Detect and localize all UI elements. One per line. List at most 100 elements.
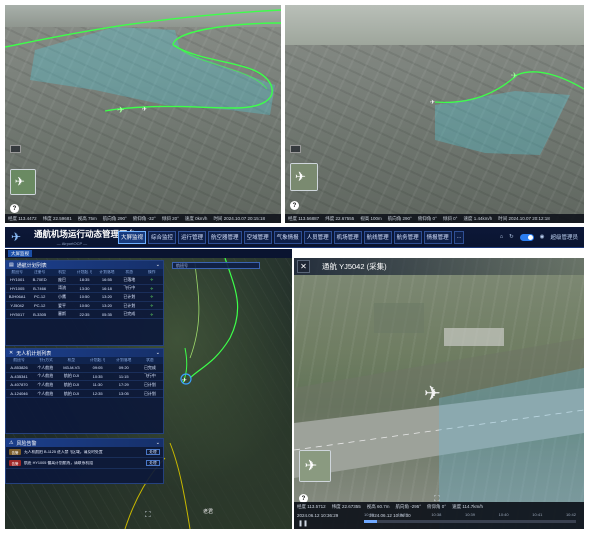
table-cell: HY1005 (9, 285, 25, 291)
list-icon: ▤ (9, 262, 14, 268)
table-cell: A-124046 (10, 391, 28, 397)
status-roll: 倾斜 20° (161, 215, 179, 221)
col-dep: 计划起飞 (90, 358, 106, 362)
panel-header: ✕ 无人机计划列表 ⌄ (6, 349, 163, 357)
status-heading: 航向角 290° (102, 215, 127, 221)
app-subtitle: — AirportOCP — (56, 241, 88, 246)
nav-flight-ops[interactable]: 航务管理 (393, 230, 422, 244)
track-icon[interactable]: ✈ (141, 303, 163, 308)
fullscreen-icon[interactable]: ⛶ (145, 510, 151, 520)
time-start: 2024.06.12 10:36:29 (297, 513, 339, 518)
table-row[interactable]: BJH06A1 PC-12 小鹰 10:50 13:20 已计划 ✈ (6, 293, 163, 302)
col-type: 机型 (67, 358, 76, 362)
status-heading: 航向角 -295° (395, 503, 422, 509)
table-cell: YJ5042 (10, 303, 24, 309)
refresh-icon[interactable]: ↻ (509, 234, 514, 240)
chevron-down-icon[interactable]: ⌄ (156, 262, 160, 268)
tab-screen-monitor[interactable]: 大屏监视 (8, 250, 32, 257)
top-right-3d-view[interactable]: ✈ ✈ ✈ ? 经度 113.56887 纬度 22.67555 视高 100m 航向… (285, 5, 584, 223)
main-nav: 大屏监视 综合监控 运行管理 航空器管理 空域管理 气象情报 人员管理 机场管理… (118, 230, 465, 244)
close-icon[interactable]: ✕ (297, 260, 310, 273)
table-cell: 22:35 (79, 311, 90, 317)
nav-screen-monitor[interactable]: 大屏监视 (118, 230, 147, 244)
minimap-toggle-icon[interactable] (10, 145, 21, 153)
handle-button[interactable]: 处理 (146, 460, 160, 466)
track-icon[interactable]: ✈ (141, 294, 163, 299)
table-row[interactable]: A-435341 个人航拍 航拍 DJI 10:35 11:15 飞行中 (6, 373, 163, 382)
status-alt: 视高 100m (360, 215, 382, 221)
table-cell: 已完成 (123, 311, 136, 317)
svg-text:✈: ✈ (15, 175, 25, 189)
nav-operations[interactable]: 运行管理 (178, 230, 207, 244)
nav-intel[interactable]: 情报管理 (423, 230, 452, 244)
table-row[interactable]: A-124046 个人航拍 航拍 DJI 12:35 13:05 已计划 (6, 390, 163, 399)
col-type: 机型 (58, 270, 66, 274)
timeline-tick: 10:41 (532, 512, 543, 517)
table-cell: B-70ED (32, 277, 47, 283)
panel-header: ▤ 通航计划列表 ⌄ (6, 261, 163, 269)
status-alt: 视高 60.7m (366, 503, 390, 509)
user-icon[interactable]: ◉ (540, 234, 545, 240)
onboard-camera-view[interactable]: ✈ ✕ 通航 YJ5042 (采集) ✈ ? ⛶ 经度 113.5712 纬度 2… (294, 258, 584, 529)
nav-airspace[interactable]: 空域管理 (243, 230, 272, 244)
table-row[interactable]: A-853826 个人航拍 M3-M-V3 09:05 09:20 已完成 (6, 364, 163, 373)
svg-text:✈: ✈ (142, 106, 147, 113)
table-cell: 塞斯 (58, 311, 67, 317)
home-icon[interactable]: ⌂ (500, 234, 503, 240)
table-row[interactable]: A-407870 个人航拍 航拍 DJI 11:30 17:29 已计划 (6, 381, 163, 390)
table-row[interactable]: HY5017 B-3305 塞斯 22:35 05:35 已完成 ✈ (6, 310, 163, 319)
nav-aircraft[interactable]: 航空器管理 (208, 230, 242, 244)
table-header: 航班号 注册号 机型 计划起飞 计划落地 状态 操作 (6, 269, 163, 276)
play-pause-icon[interactable]: ❚❚ (298, 520, 308, 527)
chevron-down-icon[interactable]: ⌄ (156, 440, 160, 446)
table-cell: 10:50 (79, 294, 90, 300)
help-icon[interactable]: ? (290, 201, 299, 210)
track-icon[interactable]: ✈ (141, 286, 163, 291)
airplane-logo-icon: ✈ (11, 230, 22, 244)
camera-thumbnail[interactable]: ✈ (10, 169, 36, 195)
status-lat: 纬度 22.67555 (325, 215, 355, 221)
help-icon[interactable]: ? (10, 204, 19, 213)
nav-routes[interactable]: 航线管理 (363, 230, 392, 244)
nav-weather[interactable]: 气象情报 (273, 230, 302, 244)
flight-search-input[interactable]: 航班号 (172, 262, 260, 269)
table-row[interactable]: YJ5042 PC-12 爱平 10:50 13:20 已计划 ✈ (6, 302, 163, 311)
parked-aircraft-icon: ✈ (424, 383, 441, 405)
nav-airport[interactable]: 机场管理 (333, 230, 362, 244)
top-left-3d-view[interactable]: ✈ ✈ ✈ ? 经度 113.4472 纬度 22.59681 视高 75m 航向角 … (5, 5, 281, 223)
chevron-down-icon[interactable]: ⌄ (156, 350, 160, 356)
table-row[interactable]: HY1001 B-70ED 庞巴 18:35 16:55 已落地 ✈ (6, 276, 163, 285)
timeline-ticks: 10:36 10:37 10:38 10:39 10:40 10:41 10:42 (364, 512, 576, 517)
panel-title: 通航计划列表 (16, 262, 47, 269)
col-action: 操作 (147, 270, 156, 274)
camera-thumbnail[interactable]: ✈ (299, 450, 331, 482)
aircraft-icon: ✈ (182, 377, 187, 384)
table-cell: 已计划 (143, 390, 156, 396)
table-cell: 航拍 DJI (63, 381, 79, 387)
alert-text: 无人机航拍 B-1125 进入禁飞区域，请及时处置 (24, 449, 103, 454)
user-name[interactable]: 超级管理员 (550, 233, 578, 241)
table-cell: 个人航拍 (37, 373, 54, 379)
table-cell: 已计划 (123, 293, 136, 299)
track-icon[interactable]: ✈ (141, 312, 163, 317)
minimap-toggle-icon[interactable] (290, 145, 301, 153)
status-roll: 倾斜 0° (442, 215, 458, 221)
app-title-block: 通航机场运行动态管理平台 — AirportOCP — (34, 228, 136, 246)
table-cell: 个人航拍 (37, 390, 54, 396)
route-overlay: ✈ ✈ (5, 9, 281, 115)
status-lon: 经度 113.56887 (288, 215, 320, 221)
timeline-track[interactable] (364, 520, 576, 523)
table-cell: HY5017 (9, 311, 25, 317)
theme-toggle[interactable] (519, 233, 534, 241)
table-cell: 13:20 (101, 303, 112, 309)
panel-header: ⚠ 风险告警 ⌄ (6, 439, 163, 447)
nav-more[interactable]: ... (453, 230, 465, 244)
track-icon[interactable]: ✈ (141, 277, 163, 282)
table-cell: 已完成 (143, 364, 156, 370)
camera-thumbnail[interactable]: ✈ (290, 163, 318, 191)
table-row[interactable]: HY1005 B-7466 湾流 13:30 16:18 飞行中 ✈ (6, 285, 163, 294)
nav-integrated-monitor[interactable]: 综合监控 (148, 230, 177, 244)
nav-personnel[interactable]: 人员管理 (303, 230, 332, 244)
table-cell: A-853826 (10, 365, 28, 371)
handle-button[interactable]: 处理 (146, 449, 160, 455)
